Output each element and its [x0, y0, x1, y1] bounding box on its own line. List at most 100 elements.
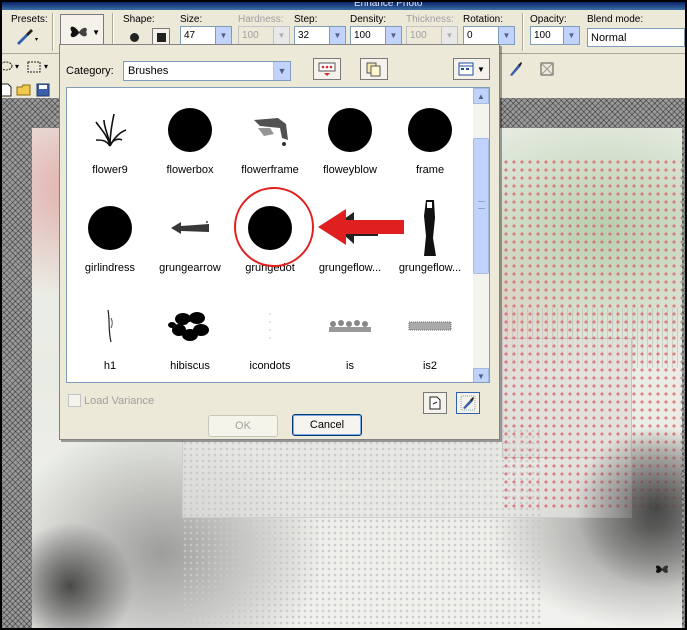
brush-item-label: floweyblow	[323, 164, 377, 176]
chevron-down-icon[interactable]: ▾	[15, 62, 19, 71]
texture-strip-icon	[400, 296, 460, 356]
chevron-down-icon[interactable]: ▼	[385, 27, 401, 44]
chevron-down-icon[interactable]: ▼	[273, 62, 290, 80]
round-brush-icon	[160, 100, 220, 160]
brush-item-is[interactable]: is	[310, 286, 390, 382]
chevron-down-icon: ▼	[92, 28, 100, 37]
brush-item-label: girlindress	[84, 262, 136, 274]
open-folder-icon[interactable]	[16, 82, 32, 98]
brush-item-label: frame	[415, 164, 445, 176]
checkbox-box[interactable]	[68, 394, 81, 407]
thumbnail-view-icon	[458, 62, 474, 76]
chevron-down-icon[interactable]: ▼	[273, 27, 289, 44]
brush-item-girlindress[interactable]: girlindress	[70, 188, 150, 284]
blend-mode-select[interactable]: Normal	[587, 28, 685, 47]
category-select[interactable]: Brushes ▼	[123, 61, 291, 81]
thickness-label: Thickness:	[406, 14, 454, 25]
view-mode-button[interactable]: ▼	[453, 58, 490, 80]
brush-item-label: icondots	[249, 360, 291, 372]
scroll-border-icon	[320, 296, 380, 356]
brush-item-floweyblow[interactable]: floweyblow	[310, 90, 390, 186]
thickness-value: 100	[410, 30, 427, 41]
brush-item-frame[interactable]: frame	[390, 90, 470, 186]
brush-item-label: grungeflow...	[398, 262, 462, 274]
load-variance-checkbox[interactable]: Load Variance	[68, 394, 154, 407]
scrollbar-thumb[interactable]	[473, 138, 489, 274]
round-brush-icon	[80, 198, 140, 258]
new-document-icon	[429, 396, 441, 410]
resource-manager-icon	[318, 62, 336, 76]
chevron-down-icon[interactable]: ▾	[44, 62, 48, 71]
size-stepper[interactable]: 47 ▼	[180, 26, 232, 45]
faint-dots-icon	[240, 296, 300, 356]
chevron-down-icon[interactable]: ▼	[215, 27, 231, 44]
step-value: 32	[298, 30, 310, 41]
brush-item-label: grungeflow...	[318, 262, 382, 274]
step-stepper[interactable]: 32 ▼	[294, 26, 346, 45]
brush-item-hibiscus[interactable]: hibiscus	[150, 286, 230, 382]
copy-button[interactable]	[360, 58, 388, 80]
thickness-stepper[interactable]: 100 ▼	[406, 26, 458, 45]
load-variance-label: Load Variance	[84, 394, 155, 407]
grunge-stroke-icon	[400, 198, 460, 258]
new-brush-button[interactable]	[423, 392, 447, 414]
edit-brush-button[interactable]	[503, 58, 527, 80]
presets-button[interactable]	[12, 26, 42, 48]
save-icon[interactable]	[35, 82, 51, 98]
cancel-button[interactable]: Cancel	[292, 414, 362, 436]
ok-button-label: OK	[235, 420, 251, 432]
copy-icon	[366, 62, 381, 77]
brush-pen-icon	[510, 62, 522, 76]
hardness-stepper[interactable]: 100 ▼	[238, 26, 290, 45]
rotation-stepper[interactable]: 0 ▼	[463, 26, 515, 45]
density-value: 100	[354, 30, 371, 41]
scroll-down-arrow-icon[interactable]: ▼	[473, 368, 489, 382]
chevron-down-icon[interactable]: ▼	[498, 27, 514, 44]
brush-item-icondots[interactable]: icondots	[230, 286, 310, 382]
highlight-circle	[234, 187, 314, 267]
foliage-right	[572, 428, 682, 628]
brush-item-h1[interactable]: h1	[70, 286, 150, 382]
frame-icon	[540, 62, 554, 76]
separator	[522, 13, 524, 51]
halftone-dots	[182, 428, 542, 628]
brush-item-flowerbox[interactable]: flowerbox	[150, 90, 230, 186]
new-file-icon[interactable]	[0, 82, 14, 98]
opacity-label: Opacity:	[530, 14, 567, 25]
separator	[52, 13, 54, 51]
size-label: Size:	[180, 14, 203, 25]
chevron-down-icon[interactable]: ▼	[329, 27, 345, 44]
blend-mode-label: Blend mode:	[587, 14, 644, 25]
chevron-down-icon: ▼	[477, 64, 485, 74]
shape-label: Shape:	[123, 14, 155, 25]
brush-pen-icon	[460, 395, 476, 411]
foliage-left	[32, 508, 142, 628]
brush-item-label: flowerframe	[241, 164, 299, 176]
frame-button[interactable]	[535, 58, 559, 80]
brush-tip-picker-button[interactable]: ▼	[60, 14, 104, 48]
category-label: Category:	[66, 65, 114, 77]
density-stepper[interactable]: 100 ▼	[350, 26, 402, 45]
opacity-value: 100	[534, 30, 551, 41]
grass-brush-icon	[80, 100, 140, 160]
hibiscus-icon	[160, 296, 220, 356]
ok-button[interactable]: OK	[208, 415, 278, 437]
marquee-icon[interactable]	[26, 59, 42, 75]
brush-item-is2[interactable]: is2	[390, 286, 470, 382]
lasso-icon[interactable]	[0, 59, 14, 75]
chevron-down-icon[interactable]: ▼	[563, 27, 579, 44]
brush-item-grungearrow[interactable]: grungearrow	[150, 188, 230, 284]
scroll-up-arrow-icon[interactable]: ▲	[473, 88, 489, 104]
brush-item-flower9[interactable]: flower9	[70, 90, 150, 186]
chevron-down-icon[interactable]: ▼	[441, 27, 457, 44]
vertical-scrollbar[interactable]: ▲ ▼	[473, 88, 489, 382]
category-value: Brushes	[128, 65, 169, 77]
brush-item-label: grungearrow	[159, 262, 221, 274]
opacity-stepper[interactable]: 100 ▼	[530, 26, 580, 45]
brush-tip-dialog: Category: Brushes ▼ ▼ flower9 flowerbox …	[59, 44, 554, 440]
paintbrush-icon	[17, 29, 38, 45]
edit-brush-button[interactable]	[456, 392, 480, 414]
brush-item-flowerframe[interactable]: flowerframe	[230, 90, 310, 186]
resource-manager-button[interactable]	[313, 58, 341, 80]
brush-item-label: h1	[103, 360, 117, 372]
